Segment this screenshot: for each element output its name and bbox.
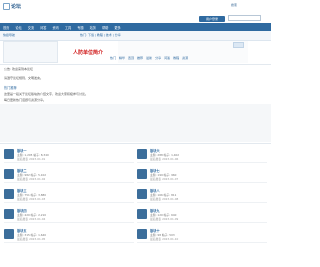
forum-last-post[interactable]: 最后发表 2023-01-01: [17, 157, 45, 161]
nav-item[interactable]: 专题: [74, 25, 86, 30]
hot-links[interactable]: 热门: 下载 | 教程 | 技术 | 分享: [80, 33, 121, 37]
grey-section: [0, 104, 271, 142]
tag[interactable]: 分享: [155, 56, 161, 60]
forum-last-post[interactable]: 最后发表 2023-01-09: [150, 217, 178, 221]
forum-icon: [137, 169, 147, 179]
logo-text: 论坛: [11, 4, 22, 10]
forum-last-post[interactable]: 最后发表 2023-01-08: [150, 197, 178, 201]
forum-last-post[interactable]: 最后发表 2023-01-02: [17, 177, 45, 181]
nav-item[interactable]: 工具: [62, 25, 74, 30]
forum-row[interactable]: 版块一 主题: 1,205 帖子: 8,340 最后发表 2023-01-01: [4, 146, 134, 163]
nav-item[interactable]: 问答: [37, 25, 49, 30]
tag[interactable]: 精华: [119, 56, 125, 60]
forum-icon: [4, 209, 14, 219]
notice-paragraph: 这里是一段关于论坛版块的介绍文字，欢迎大家积极参与讨论。: [4, 92, 89, 96]
tag[interactable]: 教程: [173, 56, 179, 60]
forum-icon: [4, 149, 14, 159]
banner-title: 人防单位简介: [72, 49, 103, 56]
divider: [0, 64, 271, 65]
forum-last-post[interactable]: 最后发表 2023-01-03: [17, 197, 45, 201]
forum-icon: [137, 229, 147, 239]
forum-row[interactable]: 版块九 主题: 120 帖子: 640 最后发表 2023-01-09: [137, 206, 267, 223]
forum-icon: [4, 169, 14, 179]
tag[interactable]: 推荐: [137, 56, 143, 60]
forum-row[interactable]: 版块六 主题: 288 帖子: 1,402 最后发表 2023-01-06: [137, 146, 267, 163]
nav-item[interactable]: 站务: [87, 25, 99, 30]
forum-icon: [137, 189, 147, 199]
signin-button[interactable]: 用户登录: [199, 16, 225, 22]
tag-row: 热门 精华 置顶 推荐 最新 分享 问答 教程 资源: [110, 56, 188, 60]
section-title: 热门推荐: [4, 86, 17, 90]
notice-line: 公告: 欢迎来到本论坛: [4, 67, 33, 71]
forum-row[interactable]: 版块八 主题: 166 帖子: 811 最后发表 2023-01-08: [137, 186, 267, 203]
forum-row[interactable]: 版块十 主题: 98 帖子: 503 最后发表 2023-01-10: [137, 226, 267, 243]
forum-icon: [4, 189, 14, 199]
search-label: 搜索: [231, 3, 238, 7]
nav-item[interactable]: 更多: [111, 25, 123, 30]
forum-row[interactable]: 版块七 主题: 199 帖子: 960 最后发表 2023-01-07: [137, 166, 267, 183]
main-nav: 首页 论坛 交流 问答 资讯 工具 专题 站务 帮助 更多: [0, 23, 271, 31]
tag[interactable]: 问答: [164, 56, 170, 60]
nav-item[interactable]: 交流: [25, 25, 37, 30]
forum-icon: [4, 229, 14, 239]
quick-nav-link[interactable]: 快捷导航: [3, 33, 15, 37]
forum-row[interactable]: 版块四 主题: 420 帖子: 2,210 最后发表 2023-01-04: [4, 206, 134, 223]
forum-icon: [137, 209, 147, 219]
forum-last-post[interactable]: 最后发表 2023-01-06: [150, 157, 178, 161]
forum-last-post[interactable]: 最后发表 2023-01-05: [17, 237, 45, 241]
forum-last-post[interactable]: 最后发表 2023-01-07: [150, 177, 178, 181]
tag[interactable]: 置顶: [128, 56, 134, 60]
banner-left[interactable]: [3, 41, 58, 63]
notice-paragraph: 每日更新热门话题与资源分享。: [4, 98, 47, 102]
nav-item[interactable]: 帮助: [99, 25, 111, 30]
forum-row[interactable]: 版块三 主题: 751 帖子: 3,880 最后发表 2023-01-03: [4, 186, 134, 203]
nav-item[interactable]: 资讯: [50, 25, 62, 30]
sub-nav: [0, 31, 271, 41]
nav-item[interactable]: 首页: [0, 25, 12, 30]
logo-icon: [3, 3, 10, 10]
divider: [0, 143, 271, 144]
tag[interactable]: 资源: [182, 56, 188, 60]
banner-badge[interactable]: [233, 42, 244, 48]
forum-icon: [137, 149, 147, 159]
tag[interactable]: 最新: [146, 56, 152, 60]
forum-last-post[interactable]: 最后发表 2023-01-10: [150, 237, 178, 241]
notice-line: 请遵守论坛规则，文明发言。: [4, 76, 44, 80]
forum-last-post[interactable]: 最后发表 2023-01-04: [17, 217, 45, 221]
site-logo[interactable]: 论坛: [3, 1, 25, 12]
forum-row[interactable]: 版块二 主题: 982 帖子: 5,102 最后发表 2023-01-02: [4, 166, 134, 183]
banner-center[interactable]: 人防单位简介: [62, 41, 114, 63]
tag[interactable]: 热门: [110, 56, 116, 60]
nav-item[interactable]: 论坛: [12, 25, 24, 30]
forum-row[interactable]: 版块五 主题: 315 帖子: 1,640 最后发表 2023-01-05: [4, 226, 134, 243]
search-input[interactable]: [228, 15, 261, 21]
